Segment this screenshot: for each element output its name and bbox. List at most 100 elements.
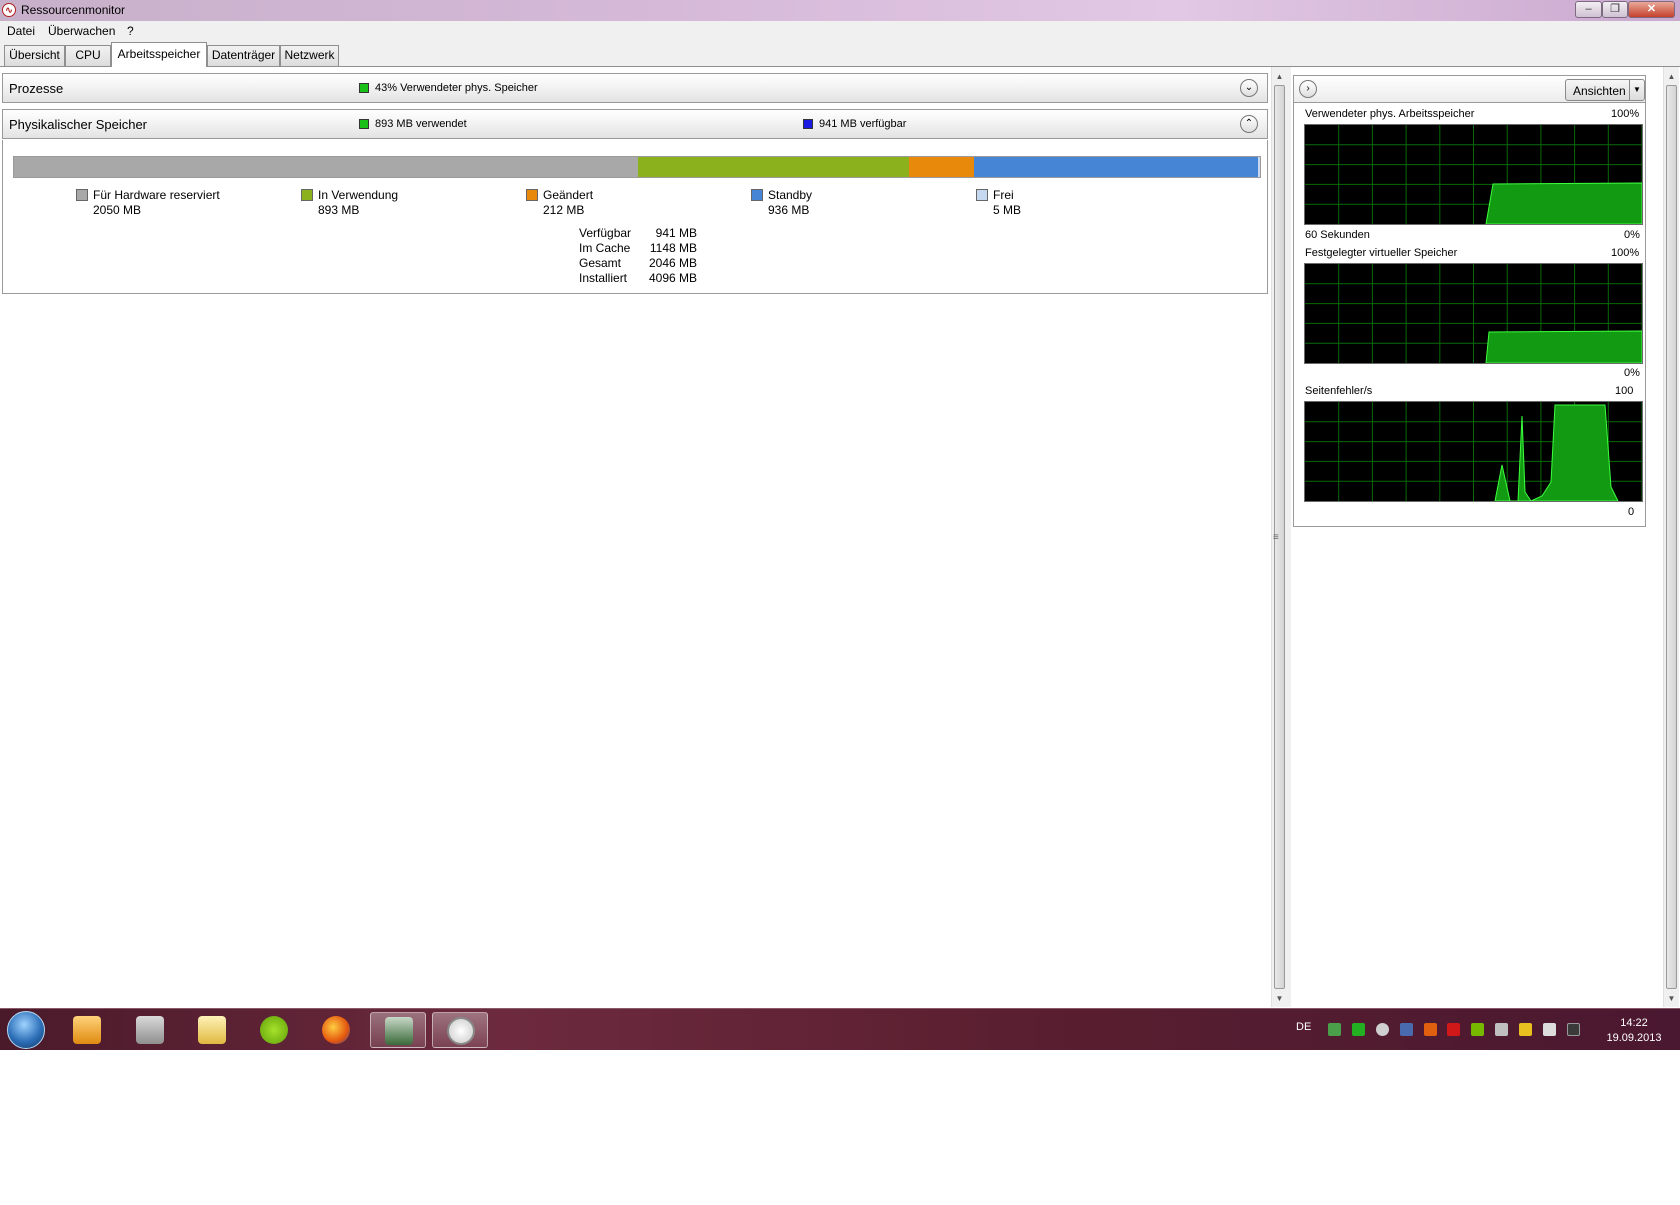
tray-antivirus-icon[interactable]: [1447, 1023, 1460, 1036]
tab-cpu[interactable]: CPU: [65, 45, 111, 66]
graph1-area: [1485, 182, 1642, 224]
stat-row: Gesamt 2046 MB: [579, 256, 759, 271]
tray-device-icon[interactable]: [1495, 1023, 1508, 1036]
clock[interactable]: 14:22 19.09.2013: [1594, 1016, 1674, 1046]
firefox-icon: [322, 1016, 350, 1044]
graph3-svg: [1305, 402, 1642, 501]
resource-monitor-app-icon: ∿: [2, 3, 16, 17]
tray-settings-icon[interactable]: [1376, 1023, 1389, 1036]
right-pane-scrollbar[interactable]: ▲ ▼: [1663, 67, 1679, 1007]
taskbar-resource-monitor[interactable]: [432, 1012, 488, 1048]
memory-usage-bar: [13, 156, 1261, 178]
taskbar-app[interactable]: [122, 1012, 178, 1048]
legend-value: 893 MB: [318, 203, 360, 217]
menu-bar: Datei Überwachen ?: [0, 21, 1680, 41]
scroll-up-arrow-icon[interactable]: ▲: [1664, 69, 1679, 85]
legend-label: Standby: [768, 188, 813, 202]
taskbar-spotify[interactable]: [246, 1012, 302, 1048]
processes-status-text: 43% Verwendeter phys. Speicher: [375, 82, 538, 94]
stat-label: Verfügbar: [579, 226, 632, 240]
tray-action-center-icon[interactable]: [1519, 1023, 1532, 1036]
resource-monitor-icon: [447, 1017, 475, 1045]
tray-network-icon[interactable]: [1328, 1023, 1341, 1036]
collapse-physical-memory-button[interactable]: ⌃: [1240, 115, 1258, 133]
memory-stats: Verfügbar 941 MB Im Cache 1148 MB Gesamt 20…: [579, 226, 759, 286]
stat-value: 1148 MB: [649, 241, 697, 255]
tab-disk[interactable]: Datenträger: [207, 45, 280, 66]
graph1-timespan: 60 Sekunden: [1305, 229, 1370, 241]
taskbar-explorer[interactable]: [184, 1012, 240, 1048]
physical-memory-graph: [1304, 124, 1643, 225]
stat-row: Verfügbar 941 MB: [579, 226, 759, 241]
tray-nvidia-icon[interactable]: [1471, 1023, 1484, 1036]
physical-memory-section-header[interactable]: Physikalischer Speicher 893 MB verwendet…: [2, 109, 1268, 139]
taskbar-media-player[interactable]: [59, 1012, 115, 1048]
tray-speaker-warning-icon[interactable]: [1424, 1023, 1437, 1036]
chevron-down-icon[interactable]: ▼: [1629, 80, 1644, 100]
minimize-button[interactable]: –: [1575, 1, 1602, 18]
app-icon: [136, 1016, 164, 1044]
right-pane: › Ansichten ▼ Verwendeter phys. Arbeitss…: [1291, 67, 1665, 1007]
menu-ueberwachen[interactable]: Überwachen: [48, 24, 115, 38]
menu-help[interactable]: ?: [127, 24, 134, 38]
spotify-icon: [260, 1016, 288, 1044]
views-dropdown[interactable]: Ansichten ▼: [1565, 79, 1645, 101]
used-memory-text: 893 MB verwendet: [375, 118, 467, 130]
page-faults-graph: [1304, 401, 1643, 502]
graph3-title: Seitenfehler/s: [1305, 385, 1373, 397]
tab-memory[interactable]: Arbeitsspeicher: [111, 42, 207, 67]
graph2-svg: [1305, 264, 1642, 363]
taskbar-task-manager[interactable]: [370, 1012, 426, 1048]
tab-bar: Übersicht CPU Arbeitsspeicher Datenträge…: [0, 41, 1680, 67]
processes-title: Prozesse: [9, 81, 64, 96]
language-indicator[interactable]: DE: [1296, 1021, 1311, 1033]
processes-section-header[interactable]: Prozesse 43% Verwendeter phys. Speicher …: [2, 73, 1268, 103]
legend-label: Frei: [993, 188, 1014, 202]
clock-date: 19.09.2013: [1606, 1032, 1662, 1044]
maximize-button[interactable]: ❐: [1602, 1, 1628, 18]
tray-volume-icon[interactable]: [1543, 1023, 1556, 1036]
legend-label: In Verwendung: [318, 188, 399, 202]
stat-value: 2046 MB: [648, 256, 697, 270]
physical-memory-title: Physikalischer Speicher: [9, 117, 148, 132]
stat-label: Installiert: [579, 271, 628, 285]
legend-value: 936 MB: [768, 203, 810, 217]
taskbar-firefox[interactable]: [308, 1012, 364, 1048]
window-title: Ressourcenmonitor: [21, 3, 126, 17]
scroll-down-arrow-icon[interactable]: ▼: [1664, 991, 1679, 1007]
legend-label: Geändert: [543, 188, 594, 202]
tray-app-icon[interactable]: [1352, 1023, 1365, 1036]
stat-label: Gesamt: [579, 256, 622, 270]
close-button[interactable]: ✕: [1628, 1, 1675, 18]
legend-label: Für Hardware reserviert: [93, 188, 220, 202]
tab-network[interactable]: Netzwerk: [280, 45, 339, 66]
left-pane: Prozesse 43% Verwendeter phys. Speicher …: [0, 67, 1271, 1007]
tab-overview[interactable]: Übersicht: [4, 45, 65, 66]
stat-value: 4096 MB: [648, 271, 697, 285]
menu-datei[interactable]: Datei: [7, 24, 35, 38]
legend-swatch: [76, 189, 88, 201]
stat-row: Installiert 4096 MB: [579, 271, 759, 286]
graph2-max: 100%: [1611, 247, 1640, 259]
stat-value: 941 MB: [655, 226, 697, 240]
expand-processes-button[interactable]: ⌄: [1240, 79, 1258, 97]
memory-bar-segment: [1258, 157, 1260, 177]
legend-swatch: [526, 189, 538, 201]
tray-display-icon[interactable]: [1400, 1023, 1413, 1036]
memory-bar-segment: [637, 157, 910, 177]
scroll-up-arrow-icon[interactable]: ▲: [1272, 69, 1287, 85]
scroll-down-arrow-icon[interactable]: ▼: [1272, 991, 1287, 1007]
legend-swatch: [751, 189, 763, 201]
start-button[interactable]: [7, 1011, 45, 1049]
graph3-min: 0: [1628, 506, 1635, 518]
stat-label: Im Cache: [579, 241, 631, 255]
legend-value: 5 MB: [993, 203, 1022, 217]
available-swatch: [803, 119, 813, 129]
scroll-thumb[interactable]: [1666, 85, 1677, 989]
splitter-grip-icon[interactable]: ≡: [1273, 532, 1279, 543]
memory-bar-segment: [14, 157, 638, 177]
tray-power-icon[interactable]: [1567, 1023, 1580, 1036]
collapse-graphs-button[interactable]: ›: [1299, 80, 1317, 98]
legend-value: 212 MB: [543, 203, 585, 217]
legend-value: 2050 MB: [93, 203, 142, 217]
